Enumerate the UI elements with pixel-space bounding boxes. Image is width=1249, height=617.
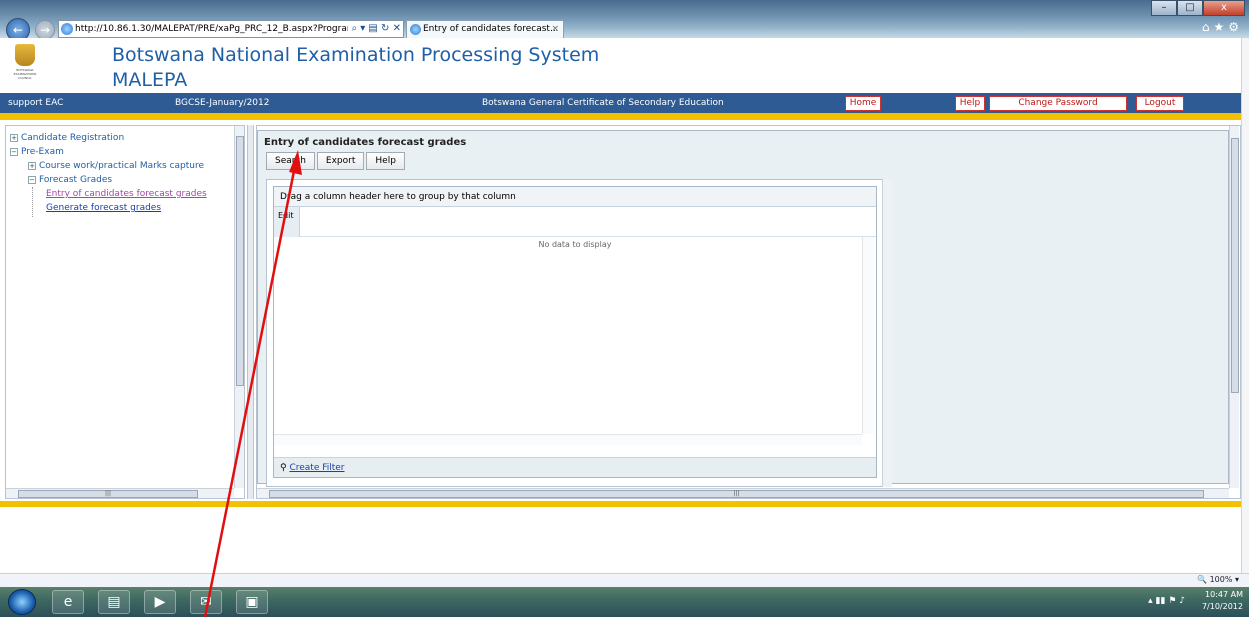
app-taskbar-icon[interactable]: ▣ (236, 590, 268, 614)
browser-toolbar-icons[interactable]: ⌂★⚙ (1202, 20, 1243, 34)
toolbar: Search Export Help (266, 152, 407, 170)
grid-header-row (274, 207, 876, 237)
tree-label: Candidate Registration (21, 133, 125, 143)
ie-page-icon (61, 23, 73, 35)
site-title: Botswana National Examination Processing… (112, 44, 600, 66)
tree-item-entry-forecast-grades[interactable]: Entry of candidates forecast grades (46, 189, 207, 199)
tree-label: Course work/practical Marks capture (39, 161, 205, 171)
change-password-button[interactable]: Change Password (989, 96, 1127, 111)
scroll-thumb[interactable] (1231, 138, 1239, 393)
tree-label: Pre-Exam (21, 147, 64, 157)
browser-status-bar: 🔍 100% ▾ (0, 573, 1249, 587)
empty-grid-message: No data to display (538, 240, 612, 249)
browser-tab[interactable]: Entry of candidates forecast... × (406, 20, 564, 38)
address-url: http://10.86.1.30/MALEPAT/PRE/xaPg_PRC_1… (75, 24, 353, 34)
outlook-taskbar-icon[interactable]: ✉ (190, 590, 222, 614)
forward-button[interactable]: → (35, 20, 55, 40)
media-player-taskbar-icon[interactable]: ▶ (144, 590, 176, 614)
page-title: Entry of candidates forecast grades (264, 137, 467, 148)
tree-horizontal-scrollbar[interactable]: ||| (6, 488, 234, 498)
bec-logo: BOTSWANA EXAMINATIONS COUNCIL (12, 44, 38, 84)
clock-time: 10:47 AM (1205, 590, 1243, 599)
minimize-button[interactable]: – (1151, 0, 1177, 16)
scroll-thumb[interactable] (236, 136, 244, 386)
tree-vertical-scrollbar[interactable] (234, 126, 244, 488)
create-filter-link[interactable]: Create Filter (289, 463, 344, 473)
grid-container: Drag a column header here to group by th… (266, 179, 890, 487)
clock-date: 7/10/2012 (1201, 602, 1243, 611)
tab-ie-icon (410, 24, 421, 35)
site-subtitle: MALEPA (112, 69, 188, 91)
system-clock[interactable]: 10:47 AM 7/10/2012 (1202, 589, 1243, 613)
tree-item-candidate-registration[interactable]: + Candidate Registration (10, 133, 124, 143)
accent-bar (0, 113, 1241, 120)
emblem-icon (15, 44, 35, 66)
site-header: BOTSWANA EXAMINATIONS COUNCIL Botswana N… (0, 38, 1241, 92)
zoom-value: 100% (1209, 575, 1233, 584)
help-button[interactable]: Help (366, 152, 405, 170)
grid-vertical-scrollbar[interactable] (862, 237, 874, 434)
navigation-tree-panel: + Candidate Registration − Pre-Exam + Cours… (5, 125, 245, 499)
group-panel[interactable]: Drag a column header here to group by th… (274, 187, 876, 207)
edit-column-header[interactable]: Edit (274, 207, 300, 237)
close-window-button[interactable]: x (1203, 0, 1245, 16)
tree-label: Forecast Grades (39, 175, 113, 185)
tree-item-generate-forecast-grades[interactable]: Generate forecast grades (46, 203, 161, 213)
home-button[interactable]: Home (845, 96, 881, 111)
tree-item-pre-exam[interactable]: − Pre-Exam (10, 147, 64, 157)
generate-forecast-grades-link[interactable]: Generate forecast grades (46, 203, 161, 213)
expand-icon[interactable]: + (10, 133, 18, 142)
session-label: BGCSE-January/2012 (175, 98, 270, 108)
tab-close-icon[interactable]: × (551, 21, 559, 37)
windows-taskbar: e ▤ ▶ ✉ ▣ ▴ ▮▮ ⚑ ♪ 10:47 AM 7/10/2012 (0, 587, 1249, 617)
page-vertical-scrollbar[interactable] (1241, 38, 1249, 573)
tree-item-forecast-grades[interactable]: − Forecast Grades (28, 175, 112, 185)
tab-title: Entry of candidates forecast... (423, 24, 559, 34)
grid-horizontal-scrollbar[interactable] (274, 434, 862, 445)
entry-forecast-grades-link[interactable]: Entry of candidates forecast grades (46, 189, 207, 199)
tree-connector (32, 187, 33, 217)
address-bar[interactable]: http://10.86.1.30/MALEPAT/PRE/xaPg_PRC_1… (58, 20, 404, 38)
content-panel: Entry of candidates forecast grades Sear… (256, 125, 1241, 499)
collapse-icon[interactable]: − (28, 175, 36, 184)
address-tools-icons[interactable]: ⌕ ▾ ▤ ↻ ✕ (348, 21, 401, 37)
help-nav-button[interactable]: Help (955, 96, 985, 111)
logo-text: BOTSWANA EXAMINATIONS COUNCIL (13, 68, 37, 80)
window-controls: – □ x (1151, 0, 1245, 16)
browser-chrome: ← → http://10.86.1.30/MALEPAT/PRE/xaPg_P… (0, 0, 1249, 42)
scroll-thumb[interactable]: ||| (269, 490, 1204, 498)
footer-accent-bar (0, 501, 1241, 507)
tray-icons[interactable]: ▴ ▮▮ ⚑ ♪ (1148, 596, 1185, 606)
content-vertical-scrollbar[interactable] (1229, 126, 1239, 488)
start-button[interactable] (8, 589, 36, 615)
data-grid: Drag a column header here to group by th… (273, 186, 877, 478)
content-horizontal-scrollbar[interactable]: ||| (257, 488, 1229, 498)
maximize-button[interactable]: □ (1177, 0, 1203, 16)
collapse-icon[interactable]: − (10, 147, 18, 156)
logout-button[interactable]: Logout (1136, 96, 1184, 111)
export-button[interactable]: Export (316, 152, 365, 170)
expand-icon[interactable]: + (28, 161, 36, 170)
zoom-level[interactable]: 🔍 100% ▾ (1197, 575, 1239, 584)
nav-bar: support EAC BGCSE-January/2012 Botswana … (0, 93, 1241, 113)
ie-taskbar-icon[interactable]: e (52, 590, 84, 614)
program-label: Botswana General Certificate of Secondar… (482, 98, 724, 108)
search-button[interactable]: Search (266, 152, 315, 170)
scroll-thumb[interactable]: ||| (18, 490, 198, 498)
explorer-taskbar-icon[interactable]: ▤ (98, 590, 130, 614)
tree-item-course-work[interactable]: + Course work/practical Marks capture (28, 161, 204, 171)
filter-bar: ⚲ Create Filter (274, 457, 876, 477)
user-name: support EAC (8, 98, 64, 108)
panel-splitter[interactable] (247, 125, 254, 499)
forecast-grades-form: Entry of candidates forecast grades Sear… (257, 130, 1229, 487)
form-inner-scrollbar[interactable] (882, 179, 892, 487)
